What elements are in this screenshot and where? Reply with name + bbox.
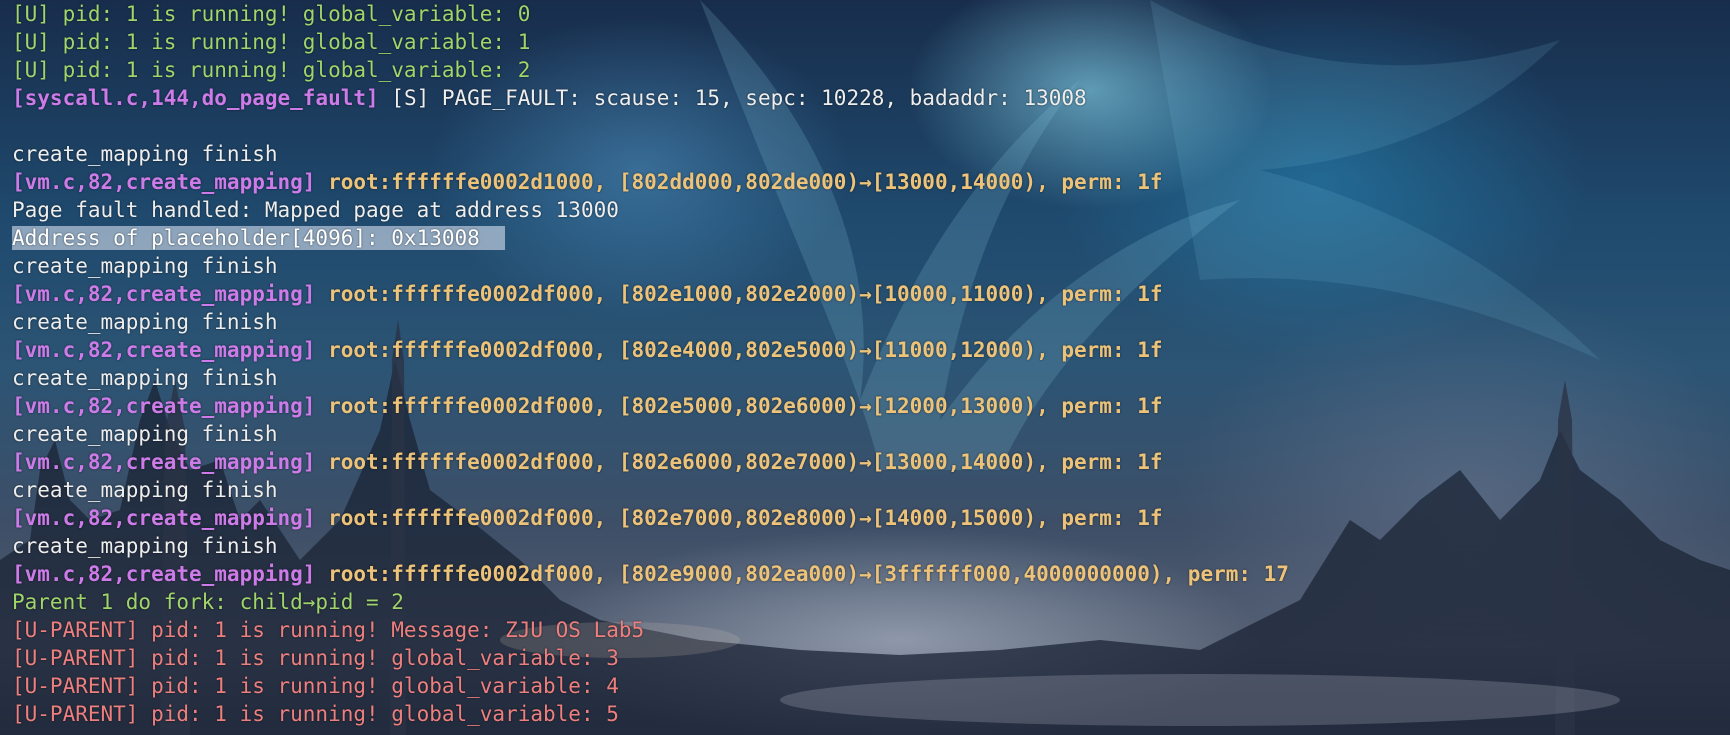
terminal-line: [U-PARENT] pid: 1 is running! global_var… (12, 644, 1722, 672)
log-source-tag: [vm.c,82,create_mapping] (12, 170, 316, 194)
log-source-tag: [vm.c,82,create_mapping] (12, 562, 316, 586)
terminal-line: create_mapping finish (12, 252, 1722, 280)
terminal-line: [syscall.c,144,do_page_fault] [S] PAGE_F… (12, 84, 1722, 112)
log-source-tag: [vm.c,82,create_mapping] (12, 450, 316, 474)
terminal-line: [vm.c,82,create_mapping] root:ffffffe000… (12, 168, 1722, 196)
log-text: root:ffffffe0002df000, [802e1000,802e200… (315, 282, 1163, 306)
log-text: [U-PARENT] pid: 1 is running! global_var… (12, 646, 619, 670)
terminal-line: [U] pid: 1 is running! global_variable: … (12, 56, 1722, 84)
log-text: Parent 1 do fork: child→pid = 2 (12, 590, 404, 614)
terminal-line: [U-PARENT] pid: 1 is running! global_var… (12, 700, 1722, 728)
log-text: create_mapping finish (12, 142, 278, 166)
log-text: root:ffffffe0002df000, [802e6000,802e700… (315, 450, 1163, 474)
log-text: root:ffffffe0002df000, [802e4000,802e500… (315, 338, 1163, 362)
log-text: create_mapping finish (12, 422, 278, 446)
terminal-line: [U] pid: 1 is running! global_variable: … (12, 0, 1722, 28)
log-text: root:ffffffe0002df000, [802e7000,802e800… (315, 506, 1163, 530)
log-text: create_mapping finish (12, 254, 278, 278)
log-source-tag: [vm.c,82,create_mapping] (12, 282, 316, 306)
terminal-line: create_mapping finish (12, 140, 1722, 168)
terminal-line: [vm.c,82,create_mapping] root:ffffffe000… (12, 504, 1722, 532)
log-text: root:ffffffe0002df000, [802e9000,802ea00… (315, 562, 1289, 586)
log-source-tag: [vm.c,82,create_mapping] (12, 506, 316, 530)
log-text: [U] pid: 1 is running! global_variable: … (12, 2, 531, 26)
log-source-tag: [syscall.c,144,do_page_fault] (12, 86, 379, 110)
log-text: create_mapping finish (12, 478, 278, 502)
terminal-line: Address of placeholder[4096]: 0x13008 (12, 224, 1722, 252)
terminal-line: [U] pid: 1 is running! global_variable: … (12, 28, 1722, 56)
terminal-line: create_mapping finish (12, 420, 1722, 448)
selected-text: Address of placeholder[4096]: 0x13008 (12, 226, 506, 250)
log-text: [U-PARENT] pid: 1 is running! global_var… (12, 674, 619, 698)
log-text: [U] pid: 1 is running! global_variable: … (12, 30, 531, 54)
log-text: Page fault handled: Mapped page at addre… (12, 198, 619, 222)
terminal-line: [vm.c,82,create_mapping] root:ffffffe000… (12, 392, 1722, 420)
terminal-line: create_mapping finish (12, 308, 1722, 336)
terminal-output[interactable]: [U] pid: 1 is running! global_variable: … (12, 0, 1722, 735)
log-text: create_mapping finish (12, 534, 278, 558)
log-text: [U-PARENT] pid: 1 is running! Message: Z… (12, 618, 645, 642)
terminal-line: create_mapping finish (12, 532, 1722, 560)
terminal-line: create_mapping finish (12, 364, 1722, 392)
terminal-line: [U-PARENT] pid: 1 is running! global_var… (12, 672, 1722, 700)
terminal-line: create_mapping finish (12, 476, 1722, 504)
terminal-line: Page fault handled: Mapped page at addre… (12, 196, 1722, 224)
log-text: create_mapping finish (12, 310, 278, 334)
log-source-tag: [vm.c,82,create_mapping] (12, 338, 316, 362)
terminal-line: [vm.c,82,create_mapping] root:ffffffe000… (12, 560, 1722, 588)
terminal-line: Parent 1 do fork: child→pid = 2 (12, 588, 1722, 616)
log-source-tag: [vm.c,82,create_mapping] (12, 394, 316, 418)
terminal-line: [vm.c,82,create_mapping] root:ffffffe000… (12, 448, 1722, 476)
log-text: root:ffffffe0002d1000, [802dd000,802de00… (315, 170, 1163, 194)
log-text: [U] pid: 1 is running! global_variable: … (12, 58, 531, 82)
terminal-line: [vm.c,82,create_mapping] root:ffffffe000… (12, 280, 1722, 308)
log-text: [U-PARENT] pid: 1 is running! global_var… (12, 702, 619, 726)
terminal-line: [vm.c,82,create_mapping] root:ffffffe000… (12, 336, 1722, 364)
log-text: [S] PAGE_FAULT: scause: 15, sepc: 10228,… (378, 86, 1087, 110)
log-text: root:ffffffe0002df000, [802e5000,802e600… (315, 394, 1163, 418)
terminal-line: [U-PARENT] pid: 1 is running! Message: Z… (12, 616, 1722, 644)
log-text: create_mapping finish (12, 366, 278, 390)
